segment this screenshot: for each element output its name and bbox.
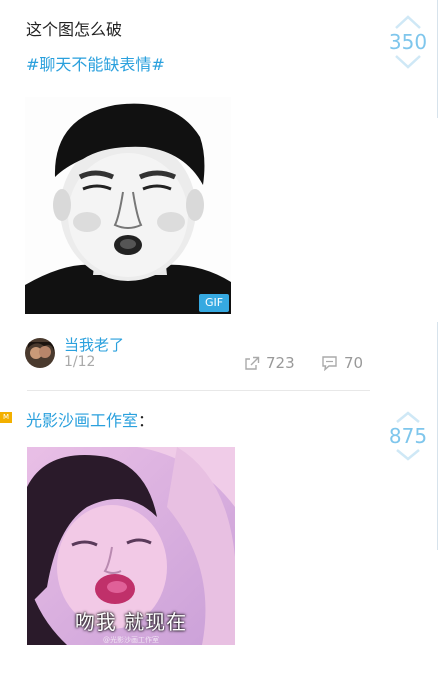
gif-badge: GIF [199,294,229,312]
author-name[interactable]: 当我老了 [64,334,124,355]
vote-count: 350 [388,30,428,54]
avatar[interactable] [25,338,55,368]
image-watermark: @光影沙画工作室 [103,636,159,644]
image-caption: 吻我 就现在 [74,610,188,634]
chevron-down-icon[interactable] [393,54,423,70]
meme-face-illustration [25,103,231,314]
share-count: 723 [266,354,295,372]
chevron-down-icon[interactable] [393,448,423,462]
post-hashtag[interactable]: #聊天不能缺表情# [26,51,165,75]
chevron-up-icon[interactable] [393,410,423,424]
scroll-edge-line [437,322,438,550]
post-author[interactable]: 光影沙画工作室： [26,407,154,431]
medal-icon: M [0,412,12,423]
image-page-count: 1/12 [64,354,96,370]
post-image-gif[interactable]: GIF [25,97,231,314]
comment-icon [322,356,337,371]
vote-widget: 350 [384,14,432,70]
post-title[interactable]: 这个图怎么破 [26,16,122,40]
comment-count: 70 [344,354,364,372]
share-stat[interactable]: 723 [244,354,295,372]
post-author-name: 光影沙画工作室 [26,411,139,430]
divider [27,390,370,391]
comment-stat[interactable]: 70 [321,354,363,372]
post-author-suffix: ： [138,411,155,430]
vote-widget: 875 [384,410,432,462]
scroll-edge-line [437,0,438,118]
post-image[interactable]: 吻我 就现在 @光影沙画工作室 [27,447,235,645]
share-icon [245,356,260,370]
chevron-up-icon[interactable] [393,14,423,30]
vote-count: 875 [388,424,428,448]
